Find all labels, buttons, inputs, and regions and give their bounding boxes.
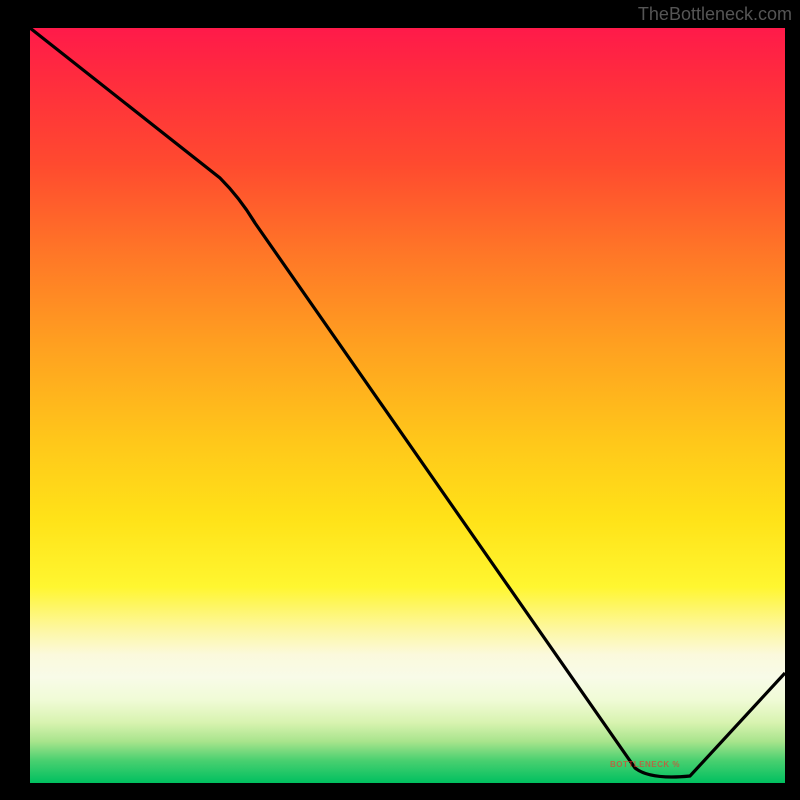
- bottleneck-line: [30, 28, 785, 777]
- chart-container: TheBottleneck.com BOTTLENECK %: [0, 0, 800, 800]
- annotation-label: BOTTLENECK %: [610, 760, 680, 769]
- watermark-text: TheBottleneck.com: [638, 4, 792, 25]
- line-chart-svg: [30, 28, 785, 783]
- plot-area: BOTTLENECK %: [30, 28, 785, 783]
